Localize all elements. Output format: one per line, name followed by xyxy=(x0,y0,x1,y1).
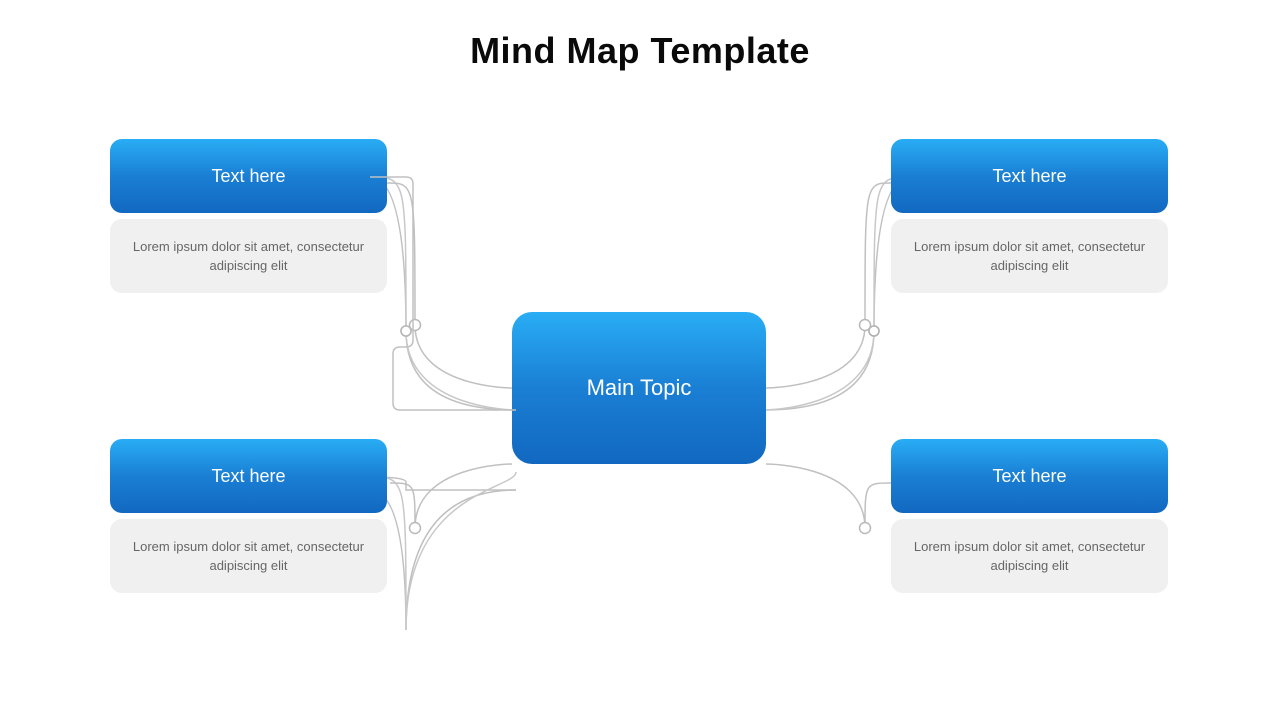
connector-path xyxy=(766,464,891,528)
node-top-left: Text here Lorem ipsum dolor sit amet, co… xyxy=(110,139,387,293)
node-br-gray: Lorem ipsum dolor sit amet, consectetur … xyxy=(891,519,1168,593)
connector-dot xyxy=(410,523,421,534)
node-top-right: Text here Lorem ipsum dolor sit amet, co… xyxy=(891,139,1170,293)
node-tr-gray: Lorem ipsum dolor sit amet, consectetur … xyxy=(891,219,1168,293)
connector-path xyxy=(387,183,512,388)
main-topic[interactable]: Main Topic xyxy=(512,312,766,464)
node-bl-blue[interactable]: Text here xyxy=(110,439,387,513)
node-br-blue[interactable]: Text here xyxy=(891,439,1168,513)
node-bottom-right: Text here Lorem ipsum dolor sit amet, co… xyxy=(891,439,1170,593)
connector-dot xyxy=(860,320,871,331)
node-tl-blue[interactable]: Text here xyxy=(110,139,387,213)
node-tr-blue[interactable]: Text here xyxy=(891,139,1168,213)
page-title: Mind Map Template xyxy=(0,0,1280,72)
node-bottom-left: Text here Lorem ipsum dolor sit amet, co… xyxy=(110,439,387,593)
mind-map-container: Text here Lorem ipsum dolor sit amet, co… xyxy=(0,100,1280,720)
connector-path xyxy=(766,183,891,388)
connector-dot xyxy=(410,320,421,331)
node-bl-gray: Lorem ipsum dolor sit amet, consectetur … xyxy=(110,519,387,593)
connector-path xyxy=(390,464,512,528)
node-tl-gray: Lorem ipsum dolor sit amet, consectetur … xyxy=(110,219,387,293)
connector-dot xyxy=(860,523,871,534)
